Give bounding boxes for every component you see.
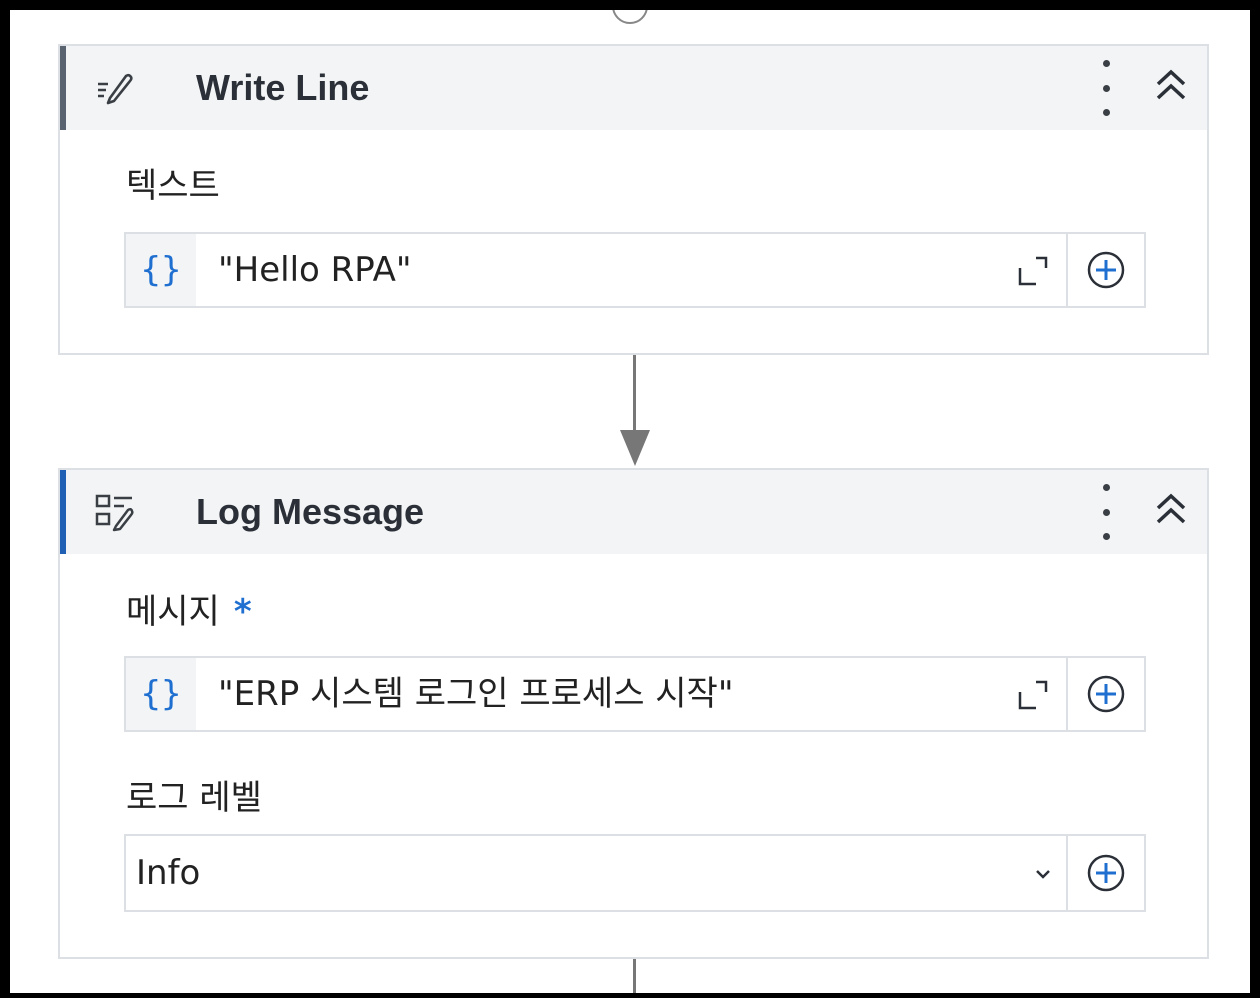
activity-header[interactable]: Log Message <box>60 470 1207 554</box>
text-input-value[interactable]: "Hello RPA" <box>218 234 411 306</box>
expand-editor-icon[interactable] <box>1016 678 1050 712</box>
collapse-icon[interactable] <box>1146 486 1196 538</box>
write-line-activity[interactable]: Write Line 텍스트 {} "Hello RPA" <box>58 44 1209 355</box>
log-message-icon <box>95 494 134 532</box>
add-variable-button[interactable] <box>1066 232 1146 308</box>
log-level-label: 로그 레벨 <box>126 778 262 818</box>
required-marker: * <box>233 592 252 632</box>
add-variable-button[interactable] <box>1066 656 1146 732</box>
text-field-label: 텍스트 <box>126 166 220 206</box>
connector-node[interactable] <box>612 10 648 24</box>
message-field-label: 메시지 * <box>126 592 252 632</box>
message-input-value[interactable]: "ERP 시스템 로그인 프로세스 시작" <box>218 658 733 730</box>
expression-icon[interactable]: {} <box>126 658 196 730</box>
log-level-value[interactable]: Info <box>136 836 200 910</box>
log-level-select[interactable]: Info <box>124 834 1070 912</box>
arrow-down-icon <box>620 430 650 466</box>
add-variable-button[interactable] <box>1066 834 1146 912</box>
log-message-activity[interactable]: Log Message 메시지 * {} "ERP 시스템 로그인 프로세스 시작… <box>58 468 1209 959</box>
more-options-icon[interactable] <box>1091 60 1121 116</box>
activity-title: Write Line <box>196 67 370 108</box>
text-input[interactable]: {} "Hello RPA" <box>124 232 1070 308</box>
sequence-connector <box>633 355 636 435</box>
plus-circle-icon <box>1087 854 1125 892</box>
expression-icon[interactable]: {} <box>126 234 196 306</box>
write-line-icon <box>98 73 133 105</box>
activity-header[interactable]: Write Line <box>60 46 1207 130</box>
workflow-canvas: Write Line 텍스트 {} "Hello RPA" Log Messag… <box>10 10 1250 993</box>
message-label-text: 메시지 <box>126 592 220 632</box>
chevron-down-icon[interactable] <box>1032 863 1054 885</box>
message-input[interactable]: {} "ERP 시스템 로그인 프로세스 시작" <box>124 656 1070 732</box>
sequence-connector <box>633 959 636 993</box>
activity-title: Log Message <box>196 491 425 532</box>
plus-circle-icon <box>1087 675 1125 713</box>
collapse-icon[interactable] <box>1146 62 1196 114</box>
plus-circle-icon <box>1087 251 1125 289</box>
expand-editor-icon[interactable] <box>1016 254 1050 288</box>
more-options-icon[interactable] <box>1091 484 1121 540</box>
